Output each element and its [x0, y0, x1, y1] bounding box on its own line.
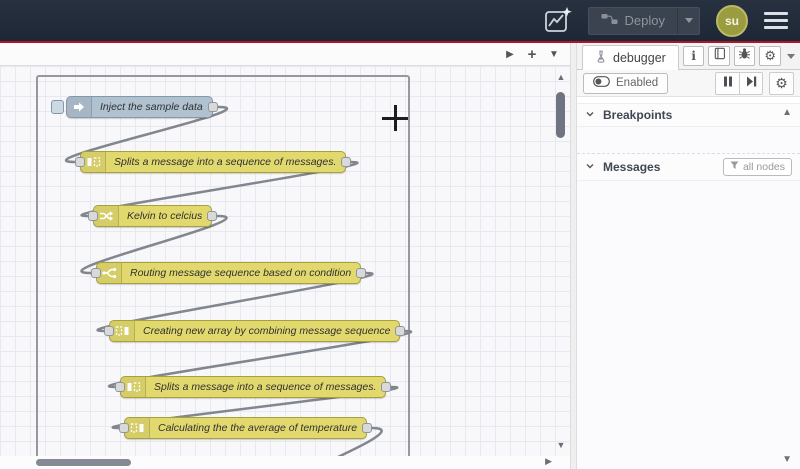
- step-button[interactable]: [739, 72, 762, 94]
- input-port[interactable]: [91, 268, 101, 278]
- step-icon: [746, 74, 757, 92]
- debugger-panel: Breakpoints Messages all nodes ▲ ▼: [577, 97, 800, 469]
- book-icon: [713, 47, 726, 65]
- breakpoints-list: [577, 127, 800, 153]
- debugger-controls: Enabled ⚙: [577, 70, 800, 97]
- breakpoints-section-header[interactable]: Breakpoints: [577, 103, 800, 127]
- vertical-scroll-thumb[interactable]: [556, 92, 565, 138]
- tab-debugger[interactable]: debugger: [582, 44, 679, 70]
- messages-list: [577, 181, 800, 469]
- output-port[interactable]: [362, 423, 373, 433]
- input-port[interactable]: [75, 157, 85, 167]
- flow-list-caret-icon[interactable]: ▼: [544, 44, 564, 64]
- debug-messages-button[interactable]: [733, 46, 756, 66]
- info-button[interactable]: i: [682, 46, 705, 66]
- caret-down-icon: [684, 18, 693, 23]
- info-icon: i: [691, 49, 696, 63]
- message-filter-button[interactable]: all nodes: [722, 158, 792, 176]
- flow-node-join[interactable]: Calculating the the average of temperatu…: [119, 417, 373, 439]
- input-port[interactable]: [88, 211, 98, 221]
- scroll-right-icon[interactable]: ▶: [545, 456, 552, 467]
- sidebar-settings-button[interactable]: ⚙: [759, 46, 782, 66]
- help-button[interactable]: [708, 46, 730, 66]
- pause-button[interactable]: [716, 72, 739, 94]
- play-right-icon[interactable]: ▶: [500, 44, 520, 64]
- enabled-toggle-button[interactable]: Enabled: [583, 72, 669, 94]
- node-label: Kelvin to celcius: [127, 210, 203, 222]
- deploy-label: Deploy: [624, 13, 665, 28]
- node-red-app: Deploy su ▶ + ▼ Inject the sample data Sp…: [0, 0, 800, 469]
- deploy-button[interactable]: Deploy: [587, 6, 700, 35]
- canvas-vertical-scrollbar[interactable]: ▲ ▼: [554, 68, 568, 454]
- tab-debugger-label: debugger: [613, 50, 666, 65]
- sidebar-tabs-caret-icon[interactable]: [787, 53, 796, 59]
- node-label: Inject the sample data: [100, 101, 203, 113]
- output-port[interactable]: [356, 268, 367, 278]
- add-flow-button[interactable]: +: [522, 44, 542, 64]
- inject-trigger-button[interactable]: [51, 100, 64, 114]
- deploy-nodes-icon: [601, 12, 618, 29]
- output-port[interactable]: [341, 157, 352, 167]
- hamburger-menu-icon[interactable]: [764, 12, 788, 29]
- output-port[interactable]: [207, 102, 218, 112]
- chevron-down-icon: [585, 108, 595, 122]
- gear-icon: ⚙: [775, 74, 788, 91]
- bug-icon: [738, 47, 751, 65]
- sidebar-tab-bar: debugger i ⚙: [577, 43, 800, 70]
- deploy-options-button[interactable]: [677, 7, 699, 34]
- node-label: Splits a message into a sequence of mess…: [154, 381, 377, 393]
- workspace-column: ▶ + ▼ Inject the sample data Splits a mes…: [0, 43, 570, 469]
- user-avatar[interactable]: su: [716, 4, 748, 37]
- output-port[interactable]: [207, 211, 218, 221]
- input-port[interactable]: [104, 326, 114, 336]
- sidebar-scroll-down-icon[interactable]: ▼: [782, 454, 792, 465]
- output-port[interactable]: [381, 382, 392, 392]
- input-port[interactable]: [115, 382, 125, 392]
- debugger-step-group: [715, 71, 763, 95]
- horizontal-scroll-thumb[interactable]: [36, 459, 131, 466]
- sidebar-splitter[interactable]: [570, 43, 577, 469]
- header: Deploy su: [0, 0, 800, 43]
- filter-label: all nodes: [742, 161, 785, 173]
- enabled-label: Enabled: [616, 77, 659, 89]
- avatar-initials: su: [724, 13, 739, 28]
- flow-node-change[interactable]: Kelvin to celcius: [88, 205, 218, 227]
- output-port[interactable]: [395, 326, 406, 336]
- flow-node-split[interactable]: Splits a message into a sequence of mess…: [75, 151, 352, 173]
- scroll-up-icon[interactable]: ▲: [554, 72, 568, 82]
- node-label: Routing message sequence based on condit…: [130, 267, 352, 279]
- node-label: Calculating the the average of temperatu…: [158, 422, 358, 434]
- input-port[interactable]: [119, 423, 129, 433]
- canvas-horizontal-scrollbar[interactable]: ▶: [0, 456, 570, 469]
- workspace-tab-bar: ▶ + ▼: [0, 43, 570, 66]
- debugger-settings-button[interactable]: ⚙: [769, 71, 794, 95]
- flow-node-switch[interactable]: Routing message sequence based on condit…: [91, 262, 367, 284]
- sidebar-scroll-up-icon[interactable]: ▲: [782, 107, 792, 118]
- node-label: Creating new array by combining message …: [143, 325, 391, 337]
- flask-icon: [595, 50, 607, 66]
- toggle-icon: [593, 76, 610, 90]
- scroll-down-icon[interactable]: ▼: [554, 440, 568, 450]
- flow-node-inject[interactable]: Inject the sample data: [51, 96, 218, 118]
- filter-funnel-icon: [730, 161, 739, 173]
- node-label: Splits a message into a sequence of mess…: [114, 156, 337, 168]
- messages-title: Messages: [603, 160, 661, 174]
- messages-section-header[interactable]: Messages all nodes: [577, 153, 800, 181]
- flow-node-join[interactable]: Creating new array by combining message …: [104, 320, 406, 342]
- flow-node-split[interactable]: Splits a message into a sequence of mess…: [115, 376, 392, 398]
- inject-arrow-icon: [67, 97, 92, 117]
- breakpoints-title: Breakpoints: [603, 108, 673, 122]
- flow-canvas[interactable]: Inject the sample data Splits a message i…: [0, 66, 570, 456]
- gear-icon: ⚙: [764, 48, 777, 63]
- chevron-down-icon: [585, 160, 595, 174]
- pause-icon: [723, 74, 733, 92]
- sidebar: debugger i ⚙ Enabled ⚙ Breakpoints Messa…: [577, 43, 800, 469]
- chart-sparkle-icon[interactable]: [541, 5, 575, 37]
